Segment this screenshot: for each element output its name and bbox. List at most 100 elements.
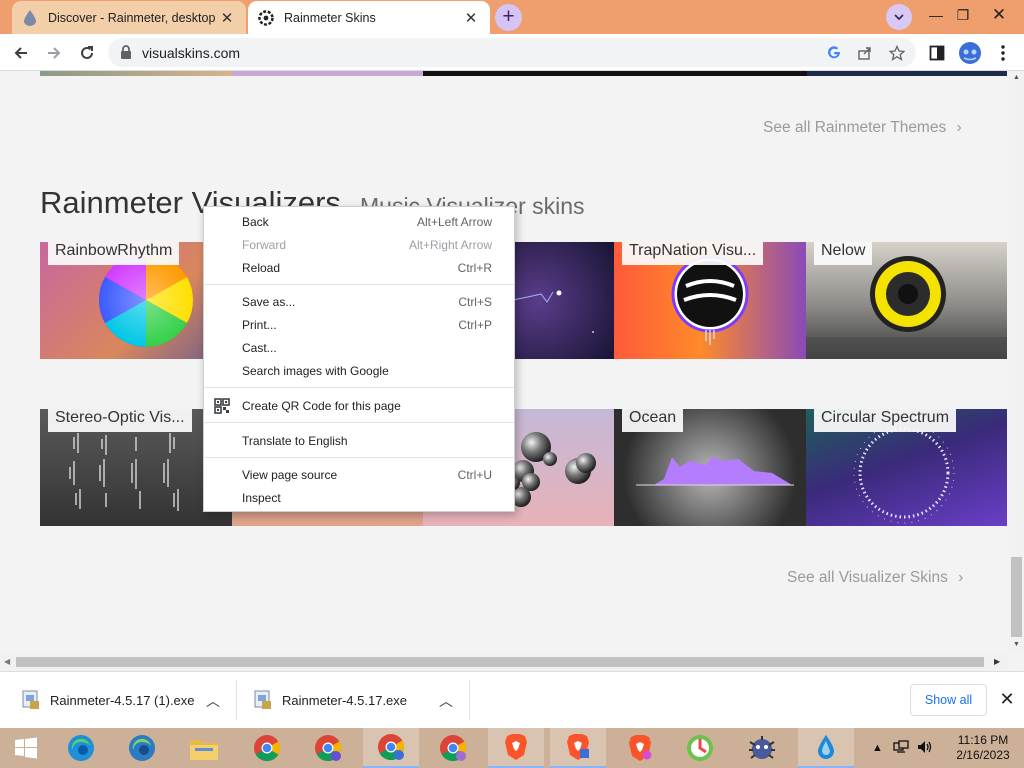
download-divider (236, 680, 237, 720)
menu-item-translate[interactable]: Translate to English (204, 430, 514, 453)
installer-file-icon (22, 690, 40, 710)
scroll-down-arrow-icon[interactable]: ▼ (1013, 641, 1020, 648)
horizontal-scrollbar[interactable]: ◀ ▶ (0, 654, 1009, 670)
menu-item-shortcut: Ctrl+P (458, 318, 492, 332)
menu-item-cast[interactable]: Cast... (204, 337, 514, 360)
menu-item-back[interactable]: Back Alt+Left Arrow (204, 211, 514, 234)
tab-rainmeter-skins[interactable]: Rainmeter Skins ✕ (248, 1, 490, 34)
close-tab-icon[interactable]: ✕ (218, 9, 236, 27)
download-filename: Rainmeter-4.5.17 (1).exe (50, 692, 195, 708)
qr-code-icon (214, 398, 230, 414)
start-icon[interactable] (0, 728, 52, 768)
menu-separator (204, 387, 514, 388)
card-label: Circular Spectrum (814, 409, 957, 432)
tab-search-button[interactable] (886, 4, 912, 30)
google-lens-icon[interactable] (825, 44, 843, 62)
download-options-chevron-icon[interactable]: ︿ (439, 691, 453, 711)
lock-icon[interactable] (120, 45, 132, 64)
file-explorer-icon[interactable] (178, 728, 230, 768)
show-all-downloads-button[interactable]: Show all (910, 684, 987, 716)
clock-time: 11:16 PM (957, 733, 1009, 747)
menu-item-shortcut: Alt+Right Arrow (408, 238, 492, 252)
menu-item-shortcut: Ctrl+U (457, 468, 492, 482)
download-filename: Rainmeter-4.5.17.exe (282, 692, 408, 708)
minimize-button[interactable]: — (921, 3, 951, 27)
taskbar-clock[interactable]: 11:16 PM 2/16/2023 (948, 733, 1018, 763)
theme-thumbnail-strip[interactable] (423, 71, 807, 76)
visualizer-card-nelow[interactable]: Nelow (806, 242, 1007, 359)
chrome-profile-active-icon[interactable] (363, 728, 419, 768)
url-text: visualskins.com (142, 45, 241, 61)
close-window-button[interactable]: ✕ (984, 3, 1014, 27)
restore-button[interactable]: ❐ (948, 3, 978, 27)
profile-avatar[interactable] (957, 40, 983, 66)
bookmark-star-icon[interactable] (888, 44, 906, 62)
edge-beta-icon[interactable] (116, 728, 168, 768)
menu-item-inspect[interactable]: Inspect (204, 487, 514, 510)
scroll-left-arrow-icon[interactable]: ◀ (4, 657, 10, 666)
side-panel-icon[interactable] (924, 40, 950, 66)
reload-button[interactable] (74, 40, 100, 66)
bug-app-icon[interactable] (736, 728, 788, 768)
menu-item-print[interactable]: Print... Ctrl+P (204, 314, 514, 337)
tray-overflow-chevron-icon[interactable]: ▲ (872, 742, 883, 754)
close-tab-icon[interactable]: ✕ (462, 9, 480, 27)
tab-discover-rainmeter[interactable]: Discover - Rainmeter, desktop cu ✕ (12, 1, 246, 34)
lime-app-icon[interactable] (674, 728, 726, 768)
menu-item-view-source[interactable]: View page source Ctrl+U (204, 464, 514, 487)
scroll-up-arrow-icon[interactable]: ▲ (1013, 74, 1020, 81)
menu-separator (204, 457, 514, 458)
address-bar[interactable]: visualskins.com (108, 38, 916, 67)
see-all-visualizers-link[interactable]: See all Visualizer Skins › (787, 569, 963, 587)
context-menu: Back Alt+Left Arrow Forward Alt+Right Ar… (203, 206, 515, 512)
menu-item-create-qr-code[interactable]: Create QR Code for this page (204, 395, 514, 418)
menu-separator (204, 422, 514, 423)
installer-file-icon (254, 690, 272, 710)
visualizer-card-circular-spectrum[interactable]: Circular Spectrum (806, 409, 1007, 526)
menu-item-shortcut: Ctrl+S (458, 295, 492, 309)
downloads-bar: Rainmeter-4.5.17 (1).exe ︿ Rainmeter-4.5… (0, 671, 1024, 728)
menu-item-forward[interactable]: Forward Alt+Right Arrow (204, 234, 514, 257)
visualizer-card-ocean[interactable]: Ocean (614, 409, 806, 526)
rainmeter-app-icon[interactable] (798, 728, 854, 768)
vertical-scrollbar[interactable]: ▲ ▼ (1009, 71, 1024, 654)
brave-icon-2[interactable] (550, 728, 606, 768)
more-menu-icon[interactable] (990, 40, 1016, 66)
close-downloads-bar-icon[interactable]: ✕ (996, 688, 1018, 710)
menu-item-save-as[interactable]: Save as... Ctrl+S (204, 291, 514, 314)
chrome-icon[interactable] (241, 728, 293, 768)
vertical-scroll-thumb[interactable] (1011, 557, 1022, 637)
chrome-profile-icon[interactable] (302, 728, 354, 768)
new-tab-button[interactable]: + (495, 4, 522, 31)
chrome-icon-2[interactable] (427, 728, 479, 768)
horizontal-scroll-thumb[interactable] (16, 657, 984, 667)
network-icon[interactable] (893, 739, 909, 757)
arrow-right-icon (48, 47, 61, 59)
menu-item-shortcut: Ctrl+R (457, 261, 492, 275)
download-item[interactable]: Rainmeter-4.5.17 (1).exe (22, 672, 195, 728)
brave-icon[interactable] (488, 728, 544, 768)
card-label: Stereo-Optic Vis... (48, 409, 192, 432)
tab-title: Rainmeter Skins (284, 10, 376, 25)
card-label: RainbowRhythm (48, 242, 180, 265)
see-all-visualizers-label: See all Visualizer Skins (787, 569, 948, 586)
menu-separator (204, 284, 514, 285)
share-icon[interactable] (856, 44, 874, 62)
scroll-right-arrow-icon[interactable]: ▶ (994, 657, 1000, 666)
edge-icon[interactable] (55, 728, 107, 768)
download-item[interactable]: Rainmeter-4.5.17.exe (254, 672, 407, 728)
back-button[interactable] (8, 40, 34, 66)
visualizer-card-trapnation[interactable]: TrapNation Visu... (614, 242, 806, 359)
reload-icon (81, 46, 93, 59)
volume-icon[interactable] (917, 740, 933, 757)
download-options-chevron-icon[interactable]: ︿ (206, 691, 220, 711)
theme-thumbnail-strip[interactable] (232, 71, 423, 76)
theme-thumbnail-strip[interactable] (807, 71, 1007, 76)
theme-thumbnail-strip[interactable] (40, 71, 232, 76)
menu-item-search-images[interactable]: Search images with Google (204, 360, 514, 383)
menu-item-label: View page source (242, 468, 338, 482)
see-all-themes-link[interactable]: See all Rainmeter Themes › (763, 119, 962, 137)
brave-icon-3[interactable] (614, 728, 666, 768)
forward-button[interactable] (41, 40, 67, 66)
menu-item-reload[interactable]: Reload Ctrl+R (204, 257, 514, 280)
